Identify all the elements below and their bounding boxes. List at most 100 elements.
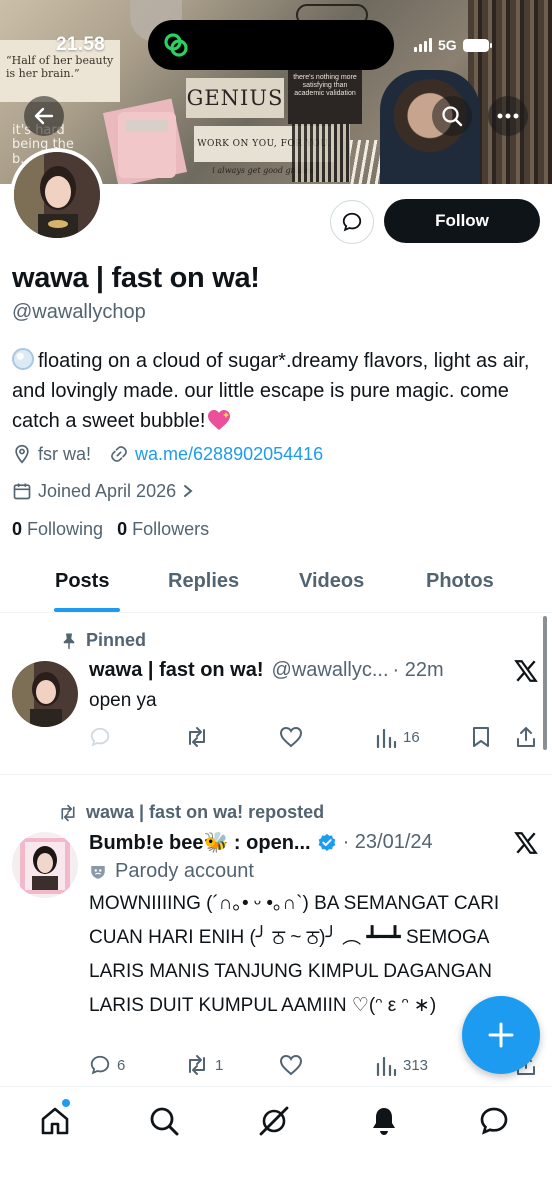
profile-meta-row: fsr wa! wa.me/6288902054416: [12, 441, 341, 467]
network-type: 5G: [438, 37, 457, 53]
reply-icon: [90, 1055, 110, 1075]
chevron-right-icon: [184, 485, 193, 497]
reply-button[interactable]: [89, 726, 111, 748]
tab-videos[interactable]: Videos: [299, 570, 364, 593]
tab-replies[interactable]: Replies: [168, 570, 239, 593]
tweet-header: wawa | fast on wa! @wawallyc... · 22m: [89, 659, 444, 682]
tweet-author-handle[interactable]: @wawallyc...: [272, 659, 389, 682]
tweet-author-name[interactable]: wawa | fast on wa!: [89, 659, 264, 682]
joined-text: Joined April 2026: [38, 480, 177, 501]
link-icon: [111, 446, 127, 462]
tweet-divider: [0, 774, 552, 775]
search-button[interactable]: [432, 96, 472, 136]
repost-label[interactable]: wawa | fast on wa! reposted: [58, 802, 324, 823]
x-logo-icon[interactable]: [513, 658, 539, 684]
repost-button[interactable]: 1: [185, 1054, 223, 1076]
followers-count[interactable]: 0 Followers: [117, 519, 209, 540]
bookmark-button[interactable]: [471, 726, 491, 748]
joined-row[interactable]: Joined April 2026: [12, 478, 212, 504]
heart-icon: [279, 1054, 303, 1076]
more-dots-icon: [497, 113, 519, 119]
bell-icon: [373, 1108, 395, 1135]
bio-text: floating on a cloud of sugar*.dreamy fla…: [12, 350, 530, 432]
nav-home[interactable]: [37, 1103, 73, 1139]
banner-dark-note: there's nothing more satisfying than aca…: [288, 68, 362, 124]
tweet-actions: 16: [89, 726, 549, 752]
message-bubble-icon: [342, 212, 362, 232]
views-chart-icon: [376, 1056, 397, 1076]
display-name: wawa | fast on wa!: [12, 262, 260, 294]
tweet-header: Bumb!e bee🐝 : open... · 23/01/24: [89, 830, 433, 855]
home-notification-dot: [62, 1099, 70, 1107]
website-link[interactable]: wa.me/6288902054416: [135, 444, 323, 465]
avatar-portrait: [12, 661, 78, 727]
message-button[interactable]: [330, 200, 374, 244]
dynamic-island: [148, 20, 394, 70]
avatar-portrait: [12, 832, 78, 898]
joined-date[interactable]: Joined April 2026: [12, 481, 194, 502]
location-text: fsr wa!: [38, 443, 92, 464]
pin-icon: [63, 633, 75, 649]
repost-icon: [61, 804, 75, 821]
grok-icon: [259, 1106, 289, 1136]
pinned-label: Pinned: [60, 630, 146, 651]
follow-counts: 0 Following 0 Followers: [12, 519, 209, 540]
tweet-avatar[interactable]: [12, 832, 78, 898]
search-icon: [150, 1107, 179, 1136]
link-app-icon: [164, 33, 188, 57]
share-icon: [517, 727, 535, 747]
website[interactable]: wa.me/6288902054416: [109, 444, 323, 465]
status-time: 21.58: [56, 34, 106, 55]
reply-icon: [90, 727, 110, 747]
repost-icon: [189, 1055, 205, 1075]
location-pin-icon: [15, 444, 29, 464]
views-chart-icon: [376, 728, 397, 748]
share-button[interactable]: [515, 726, 537, 748]
verified-badge-icon: [318, 833, 335, 851]
battery-icon: [462, 38, 492, 52]
nav-grok[interactable]: [256, 1103, 292, 1139]
back-button[interactable]: [24, 96, 64, 136]
repost-count: 1: [215, 1056, 224, 1074]
home-icon: [41, 1107, 69, 1135]
active-tab-indicator: [54, 608, 120, 612]
tab-photos[interactable]: Photos: [426, 570, 494, 593]
calendar-icon: [13, 483, 31, 500]
tweet-author-name[interactable]: Bumb!e bee🐝 : open...: [89, 830, 311, 855]
tweet-avatar[interactable]: [12, 661, 78, 727]
profile-tabs: Posts Replies Videos Photos: [0, 556, 552, 613]
following-count[interactable]: 0 Following: [12, 519, 103, 540]
like-button[interactable]: [279, 726, 303, 748]
profile-handle: @wawallychop: [12, 301, 146, 323]
views-button[interactable]: 16: [375, 726, 420, 748]
reply-button[interactable]: 6: [89, 1054, 125, 1076]
nav-search[interactable]: [146, 1103, 182, 1139]
banner-bookshelf: [468, 0, 552, 184]
bubbles-emoji-icon: [12, 348, 34, 370]
tweet-time[interactable]: · 22m: [393, 659, 444, 682]
repost-button[interactable]: [185, 726, 209, 748]
nav-notifications[interactable]: [366, 1103, 402, 1139]
profile-bio: floating on a cloud of sugar*.dreamy fla…: [12, 346, 542, 436]
like-button[interactable]: [279, 1054, 303, 1076]
nav-messages[interactable]: [476, 1103, 512, 1139]
banner-stripes: [292, 124, 350, 182]
reply-count: 6: [117, 1056, 126, 1074]
x-logo-icon[interactable]: [513, 830, 539, 856]
profile-avatar[interactable]: [10, 148, 104, 242]
tweet-time[interactable]: · 23/01/24: [343, 831, 433, 854]
banner-genius-note: GENIUS: [186, 78, 284, 118]
plus-icon: [488, 1022, 514, 1048]
follow-button[interactable]: Follow: [384, 199, 540, 243]
compose-post-button[interactable]: [462, 996, 540, 1074]
location: fsr wa!: [12, 444, 91, 465]
more-options-button[interactable]: [488, 96, 528, 136]
tab-posts[interactable]: Posts: [55, 570, 109, 593]
avatar-portrait: [14, 152, 100, 238]
views-count: 313: [403, 1056, 429, 1074]
views-button[interactable]: 313: [375, 1054, 428, 1076]
signal-icon: [414, 38, 432, 52]
back-arrow-icon: [34, 107, 54, 125]
bookmark-icon: [473, 727, 489, 747]
tweet-text: open ya: [89, 690, 157, 711]
